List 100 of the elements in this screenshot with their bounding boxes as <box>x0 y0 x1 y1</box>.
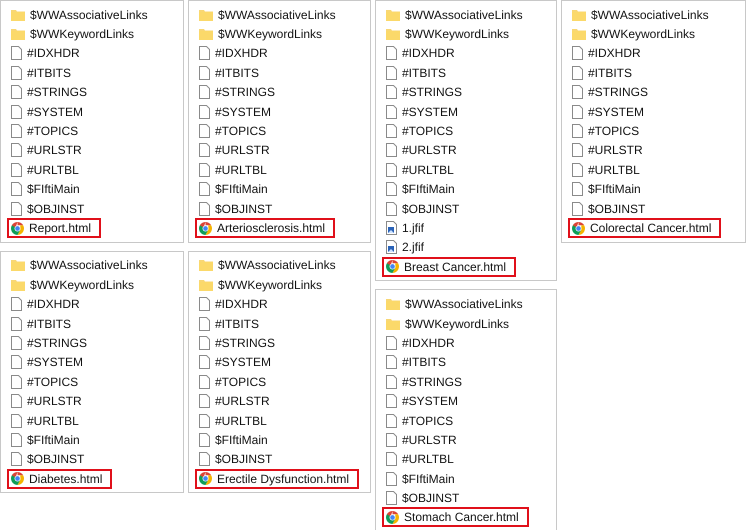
file-item[interactable]: $WWAssociativeLinks <box>195 255 346 276</box>
file-item[interactable]: $WWAssociativeLinks <box>568 4 719 25</box>
file-item[interactable]: $OBJINST <box>195 449 282 470</box>
file-name: #URLTBL <box>27 412 79 430</box>
file-name: #ITBITS <box>215 316 260 333</box>
file-item[interactable]: #SYSTEM <box>568 102 654 122</box>
file-item[interactable]: #STRINGS <box>7 332 98 353</box>
file-item[interactable]: #STRINGS <box>382 372 472 392</box>
document-icon <box>386 124 397 138</box>
file-item[interactable]: $FIftiMain <box>382 468 465 489</box>
file-item[interactable]: #URLTBL <box>195 160 277 180</box>
file-item[interactable]: #SYSTEM <box>7 102 94 122</box>
file-item[interactable]: #IDXHDR <box>382 43 465 64</box>
file-item[interactable]: #URLTBL <box>382 449 464 470</box>
file-item[interactable]: #SYSTEM <box>7 352 94 372</box>
file-item[interactable]: #URLSTR <box>382 140 467 160</box>
file-item[interactable]: Diabetes.html <box>7 468 112 489</box>
file-item[interactable]: #IDXHDR <box>7 43 90 64</box>
file-item[interactable]: 2.jfif <box>382 237 434 258</box>
file-item[interactable]: #IDXHDR <box>382 332 465 353</box>
file-item[interactable]: $WWKeywordLinks <box>382 24 520 44</box>
folder-icon <box>386 28 400 40</box>
file-item[interactable]: #URLSTR <box>568 140 653 160</box>
file-item[interactable]: #STRINGS <box>568 82 658 102</box>
file-item[interactable]: #ITBITS <box>382 352 456 372</box>
file-item[interactable]: $WWKeywordLinks <box>195 24 332 44</box>
file-item[interactable]: $FIftiMain <box>568 179 651 200</box>
file-item[interactable]: #STRINGS <box>195 332 286 353</box>
file-item[interactable]: #URLSTR <box>195 391 280 412</box>
file-item[interactable]: Arteriosclerosis.html <box>195 218 336 238</box>
file-name: #URLTBL <box>27 162 79 179</box>
file-name: Colorectal Cancer.html <box>590 220 712 237</box>
file-item[interactable]: $FIftiMain <box>195 430 278 450</box>
file-item[interactable]: #SYSTEM <box>382 391 468 412</box>
file-item[interactable]: #IDXHDR <box>195 294 278 314</box>
file-item[interactable]: $WWAssociativeLinks <box>7 4 158 25</box>
file-item[interactable]: $WWKeywordLinks <box>195 274 332 295</box>
file-item[interactable]: #SYSTEM <box>195 102 282 122</box>
file-item[interactable]: #TOPICS <box>195 121 276 142</box>
file-item[interactable]: #URLTBL <box>568 160 650 180</box>
file-item[interactable]: #STRINGS <box>7 82 98 102</box>
file-item[interactable]: #URLSTR <box>382 430 467 450</box>
file-item[interactable]: #ITBITS <box>568 62 642 83</box>
file-item[interactable]: $FIftiMain <box>7 430 90 450</box>
file-name: Erectile Dysfunction.html <box>217 470 350 488</box>
file-item[interactable]: #URLTBL <box>382 160 464 180</box>
file-item[interactable]: Colorectal Cancer.html <box>568 218 722 238</box>
colored-circle-icon <box>386 260 399 274</box>
file-item[interactable]: #URLTBL <box>7 160 89 180</box>
file-item[interactable]: #ITBITS <box>195 62 270 83</box>
file-item[interactable]: $WWAssociativeLinks <box>7 255 158 276</box>
file-item[interactable]: #URLSTR <box>195 140 280 160</box>
file-item[interactable]: $WWKeywordLinks <box>382 314 520 334</box>
file-item[interactable]: #SYSTEM <box>382 102 468 122</box>
file-name: $FIftiMain <box>402 181 455 198</box>
file-item[interactable]: Report.html <box>7 218 102 238</box>
file-item[interactable]: $OBJINST <box>382 488 470 508</box>
file-item[interactable]: #URLTBL <box>195 410 277 431</box>
file-item[interactable]: #ITBITS <box>382 62 456 83</box>
file-item[interactable]: Stomach Cancer.html <box>382 507 529 528</box>
file-item[interactable]: #TOPICS <box>7 121 88 142</box>
file-item[interactable]: #TOPICS <box>382 121 464 142</box>
file-item[interactable]: $WWKeywordLinks <box>568 24 706 44</box>
file-item[interactable]: #TOPICS <box>195 372 276 392</box>
file-name: #SYSTEM <box>27 104 84 121</box>
file-item[interactable]: Breast Cancer.html <box>382 256 516 277</box>
file-item[interactable]: $OBJINST <box>7 449 94 470</box>
file-item[interactable]: $OBJINST <box>382 198 470 219</box>
file-item[interactable]: #SYSTEM <box>195 352 282 372</box>
file-item[interactable]: $WWAssociativeLinks <box>382 294 533 314</box>
file-item[interactable]: 1.jfif <box>382 218 434 238</box>
file-item[interactable]: $FIftiMain <box>382 179 465 200</box>
file-item[interactable]: #TOPICS <box>568 121 650 142</box>
file-name: #STRINGS <box>402 84 462 102</box>
file-item[interactable]: #TOPICS <box>382 410 464 431</box>
file-name: $WWKeywordLinks <box>405 26 510 44</box>
folder-icon <box>199 8 213 21</box>
file-item[interactable]: $OBJINST <box>7 198 94 219</box>
file-item[interactable]: #ITBITS <box>195 314 270 334</box>
file-item[interactable]: #ITBITS <box>7 62 82 83</box>
file-item[interactable]: #URLSTR <box>7 140 92 160</box>
file-item[interactable]: #STRINGS <box>195 82 286 102</box>
file-item[interactable]: #URLSTR <box>7 391 92 412</box>
file-item[interactable]: #URLTBL <box>7 410 89 431</box>
file-item[interactable]: Erectile Dysfunction.html <box>195 468 360 489</box>
document-icon <box>11 162 22 177</box>
file-item[interactable]: $WWKeywordLinks <box>7 274 144 295</box>
file-item[interactable]: #IDXHDR <box>7 294 90 314</box>
file-item[interactable]: $FIftiMain <box>195 179 278 200</box>
file-item[interactable]: #IDXHDR <box>195 43 278 64</box>
file-item[interactable]: $WWKeywordLinks <box>7 24 144 44</box>
file-item[interactable]: $FIftiMain <box>7 179 90 200</box>
file-item[interactable]: #ITBITS <box>7 314 82 334</box>
file-item[interactable]: #TOPICS <box>7 372 88 392</box>
file-item[interactable]: $WWAssociativeLinks <box>382 4 533 25</box>
file-item[interactable]: $OBJINST <box>195 198 282 219</box>
file-item[interactable]: $OBJINST <box>568 198 656 219</box>
file-item[interactable]: #IDXHDR <box>568 43 651 64</box>
file-item[interactable]: #STRINGS <box>382 82 472 102</box>
file-item[interactable]: $WWAssociativeLinks <box>195 4 346 25</box>
